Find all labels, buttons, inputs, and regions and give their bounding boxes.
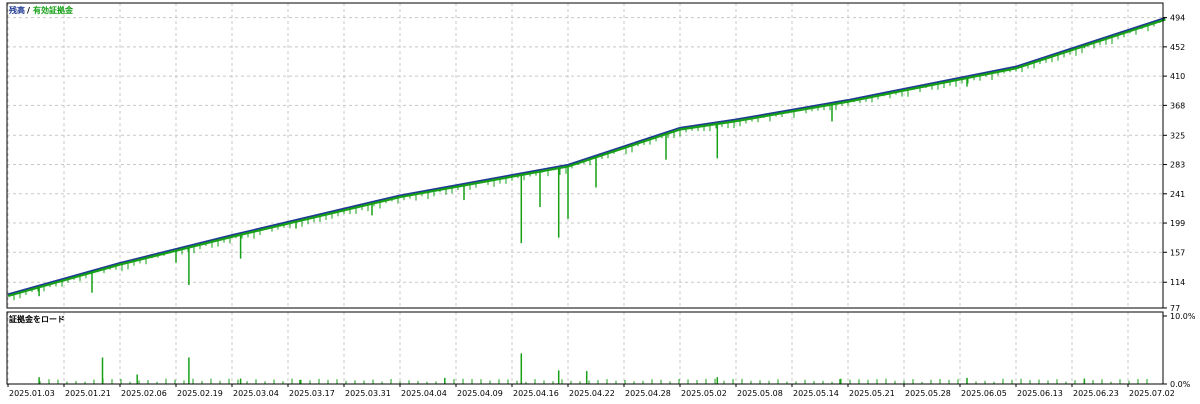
x-tick-label: 2025.01.21 [65,389,111,398]
y-tick-label: 241 [1170,190,1185,199]
x-tick-label: 2025.05.08 [737,389,783,398]
lower-panel-title: 証拠金をロード [9,314,65,324]
x-tick-label: 2025.04.16 [513,389,559,398]
chart-svg: 77114157199241283325368410452494 0.0%10.… [0,0,1200,400]
y-tick-label: 114 [1170,278,1185,287]
x-tick-label: 2025.01.03 [9,389,55,398]
x-tick-label: 2025.07.02 [1129,389,1175,398]
x-tick-label: 2025.02.06 [121,389,167,398]
x-tick-label: 2025.03.04 [233,389,279,398]
chart-window: 77 114 157 199 241 283 325 368 410 452 494 0.0% 10.… [0,0,1200,400]
legend-balance: 残高 [9,5,25,15]
x-tick-label: 2025.05.28 [905,389,951,398]
x-tick-label: 2025.02.19 [177,389,223,398]
y-tick-label: 494 [1170,14,1185,23]
chart-background [0,0,1200,400]
x-tick-label: 2025.06.05 [961,389,1007,398]
y-tick-label: 283 [1170,161,1185,170]
legend-separator: / [27,6,30,15]
x-tick-label: 2025.04.28 [625,389,671,398]
y-tick-label: 410 [1170,72,1185,81]
x-tick-label: 2025.03.31 [345,389,391,398]
y-tick-label: 10.0% [1170,312,1196,321]
y-tick-label: 325 [1170,131,1185,140]
x-tick-label: 2025.04.22 [569,389,615,398]
y-tick-label: 199 [1170,219,1185,228]
y-tick-label: 368 [1170,101,1185,110]
x-tick-label: 2025.05.14 [793,389,839,398]
legend-equity: 有効証拠金 [33,5,74,15]
y-tick-label: 0.0% [1170,380,1191,389]
x-tick-label: 2025.05.21 [849,389,895,398]
x-tick-label: 2025.04.04 [401,389,447,398]
x-tick-label: 2025.05.02 [681,389,727,398]
x-tick-label: 2025.06.13 [1017,389,1063,398]
x-tick-label: 2025.03.17 [289,389,335,398]
x-tick-label: 2025.06.23 [1073,389,1119,398]
x-tick-label: 2025.04.09 [457,389,503,398]
y-tick-label: 452 [1170,43,1185,52]
y-tick-label: 157 [1170,248,1185,257]
